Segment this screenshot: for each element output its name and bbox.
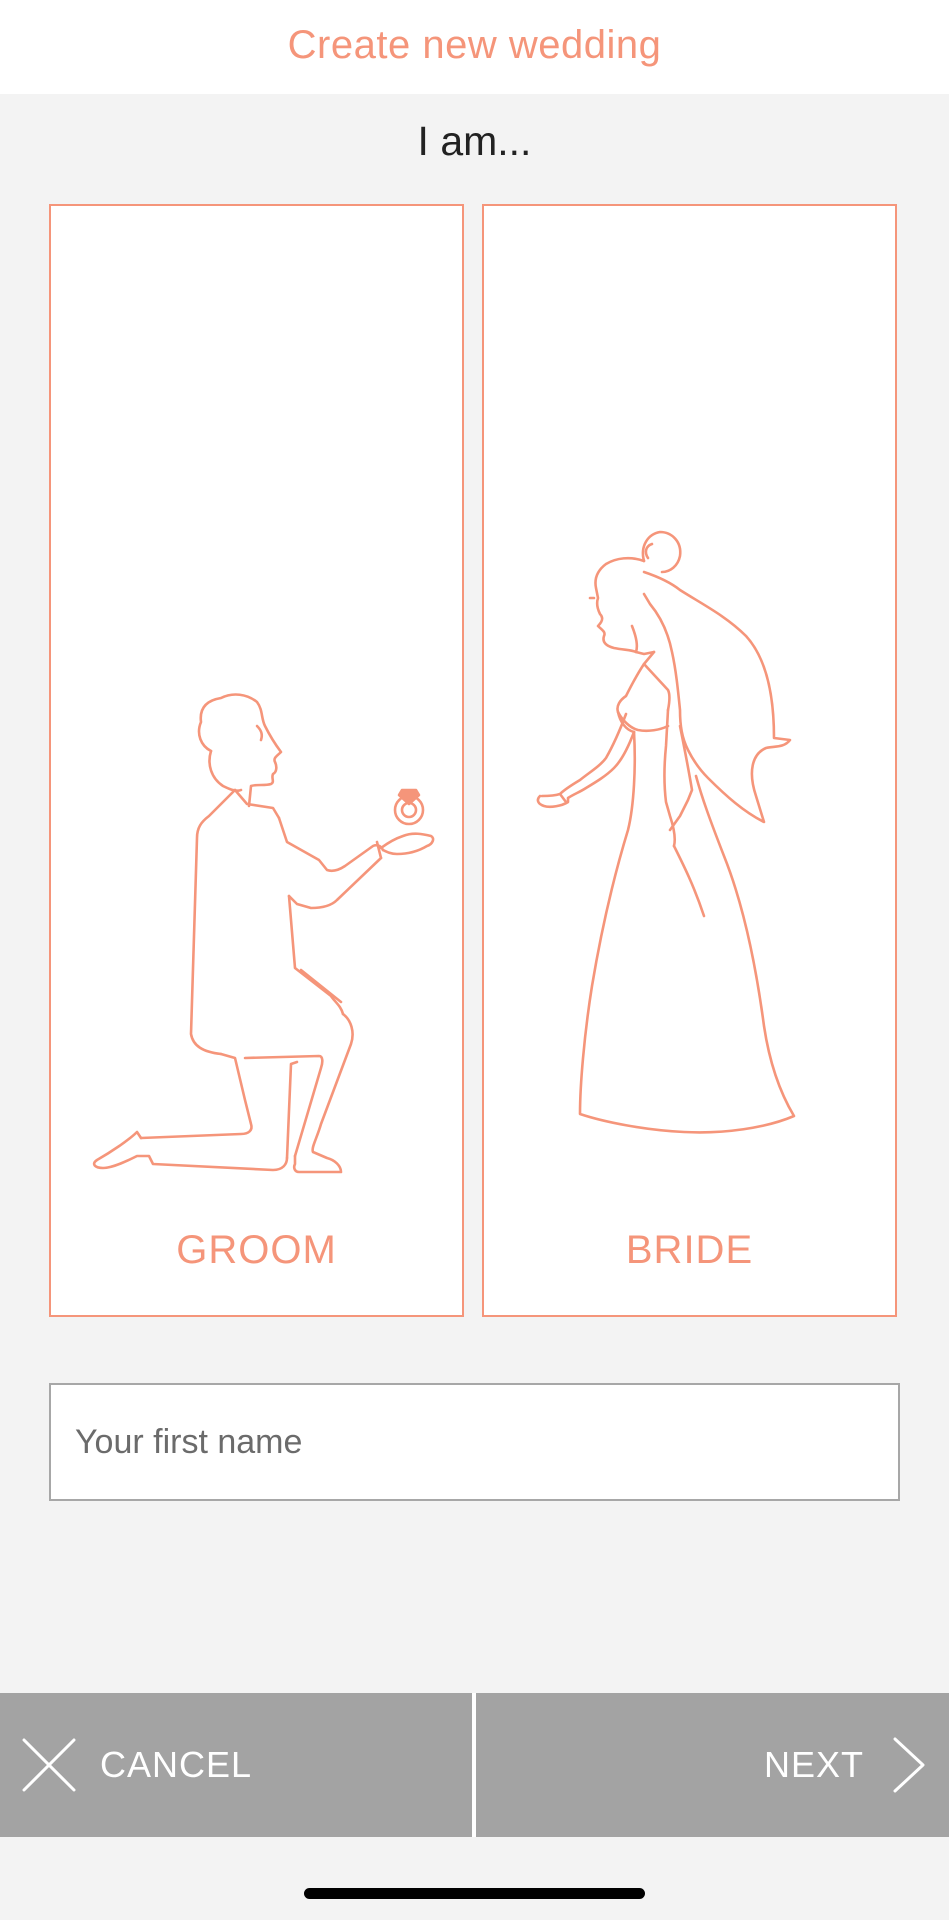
next-button[interactable]: NEXT — [476, 1693, 949, 1837]
groom-option-card[interactable]: GROOM — [49, 204, 464, 1317]
bride-illustration — [536, 530, 796, 1134]
close-icon — [22, 1738, 76, 1792]
groom-label: GROOM — [176, 1228, 337, 1272]
page-title: Create new wedding — [287, 22, 662, 67]
first-name-input[interactable] — [49, 1383, 900, 1501]
app-header: Create new wedding — [0, 0, 949, 94]
footer-action-bar: CANCEL NEXT — [0, 1693, 949, 1837]
chevron-right-icon — [893, 1737, 925, 1793]
next-label: NEXT — [763, 1744, 864, 1785]
bride-option-card[interactable]: BRIDE — [482, 204, 897, 1317]
bride-label: BRIDE — [625, 1228, 754, 1272]
cancel-button[interactable]: CANCEL — [0, 1693, 472, 1837]
cancel-label: CANCEL — [100, 1744, 253, 1785]
home-indicator[interactable] — [304, 1888, 645, 1899]
groom-proposal-illustration — [92, 693, 435, 1174]
role-prompt: I am... — [417, 118, 532, 164]
